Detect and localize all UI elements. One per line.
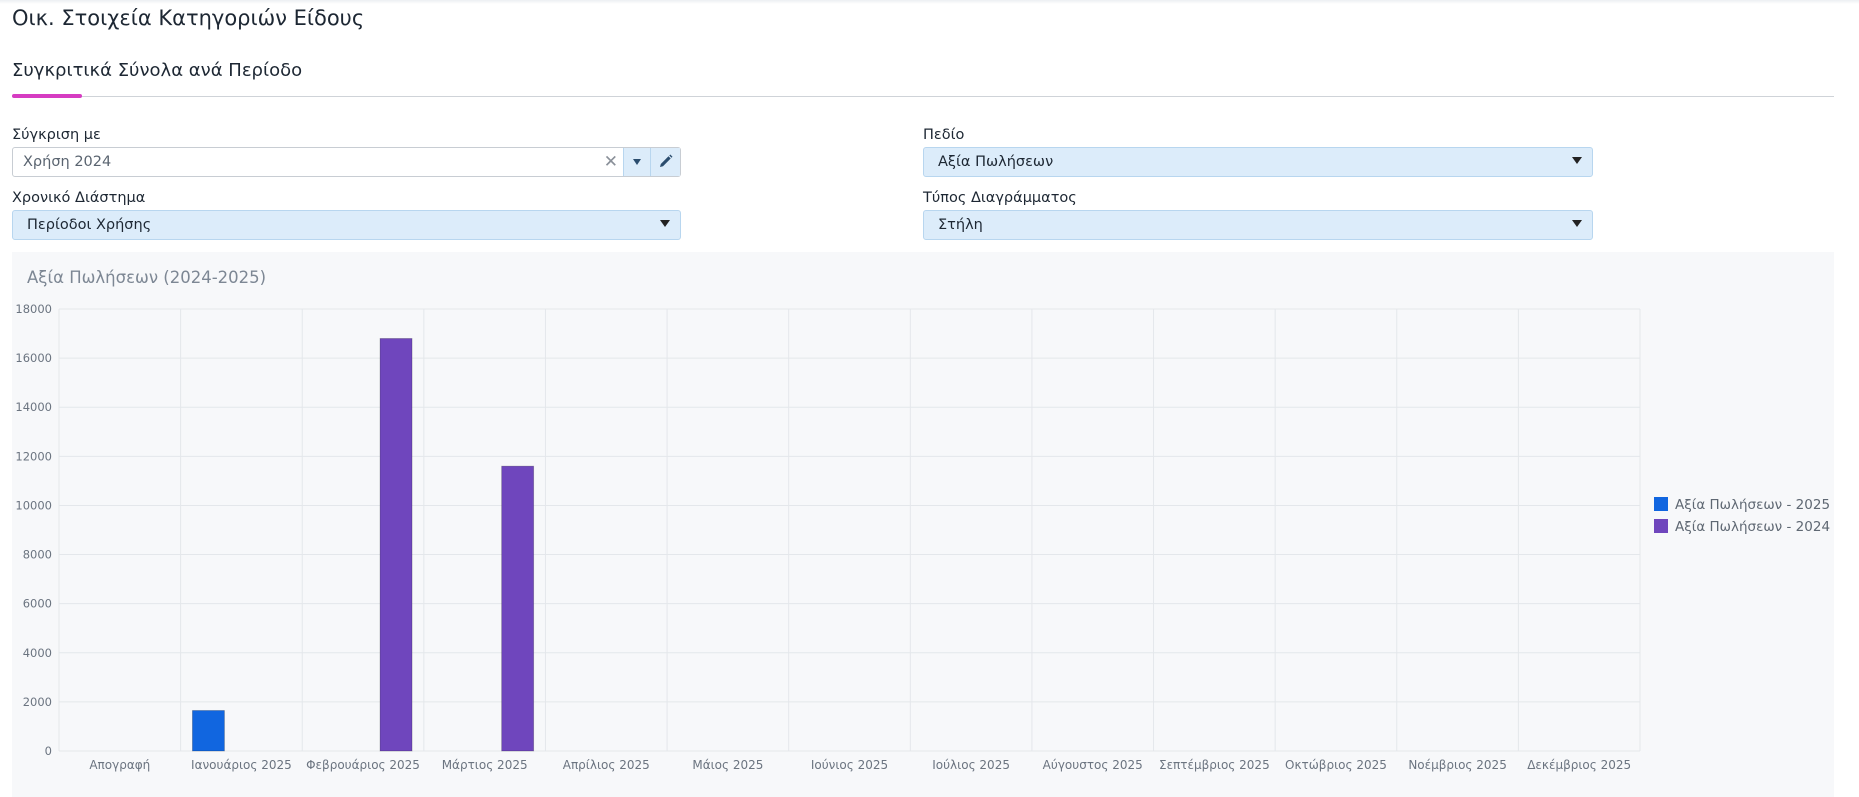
x-tick-label: Σεπτέμβριος 2025 (1159, 758, 1270, 772)
page-title: Οικ. Στοιχεία Κατηγοριών Είδους (12, 6, 365, 30)
compare-label: Σύγκριση με (12, 127, 101, 143)
chart-type-value: Στήλη (938, 217, 983, 233)
y-tick-label: 8000 (23, 548, 52, 562)
interval-value: Περίοδοι Χρήσης (27, 217, 152, 233)
chart-panel: Αξία Πωλήσεων (2024-2025) 0 2000 4000 6000 8… (12, 252, 1834, 797)
compare-dropdown-button[interactable] (623, 148, 651, 176)
dropdown-arrow-icon (1572, 157, 1582, 164)
active-tab-indicator (12, 94, 82, 98)
interval-select[interactable]: Περίοδοι Χρήσης (12, 210, 681, 240)
y-tick-label: 6000 (23, 597, 52, 611)
chevron-down-icon (633, 159, 641, 165)
y-tick-label: 2000 (23, 695, 52, 709)
field-label: Πεδίο (923, 127, 965, 143)
compare-select[interactable]: Χρήση 2024 ✕ (12, 147, 681, 177)
tab-divider (12, 96, 1834, 97)
y-tick-label: 16000 (15, 351, 52, 365)
x-tick-label: Ιούνιος 2025 (811, 758, 888, 772)
x-tick-label: Μάιος 2025 (692, 758, 763, 772)
y-tick-label: 10000 (15, 498, 52, 512)
top-shadow (0, 0, 1859, 4)
dropdown-arrow-icon (1572, 220, 1582, 227)
y-tick-label: 0 (45, 744, 52, 758)
clear-icon[interactable]: ✕ (604, 152, 618, 172)
y-tick-label: 14000 (15, 400, 52, 414)
field-value: Αξία Πωλήσεων (938, 154, 1054, 170)
chart-type-select[interactable]: Στήλη (923, 210, 1593, 240)
pencil-icon (660, 154, 673, 167)
dropdown-arrow-icon (660, 220, 670, 227)
x-tick-label: Φεβρουάριος 2025 (306, 758, 420, 772)
x-tick-label: Απογραφή (89, 758, 150, 772)
bar (501, 465, 535, 752)
bar (379, 338, 413, 752)
edit-button[interactable] (650, 148, 680, 176)
chart-type-label: Τύπος Διαγράμματος (923, 190, 1077, 206)
x-tick-label: Δεκέμβριος 2025 (1527, 758, 1631, 772)
y-tick-label: 12000 (15, 449, 52, 463)
x-tick-label: Μάρτιος 2025 (442, 758, 528, 772)
x-tick-label: Ιανουάριος 2025 (191, 758, 292, 772)
x-tick-label: Ιούλιος 2025 (932, 758, 1010, 772)
legend-label: Αξία Πωλήσεων - 2025 (1675, 497, 1830, 513)
compare-value: Χρήση 2024 (23, 154, 112, 170)
bar (192, 710, 225, 752)
tab-comparative-totals[interactable]: Συγκριτικά Σύνολα ανά Περίοδο (12, 60, 302, 81)
legend-swatch (1654, 519, 1668, 533)
x-tick-label: Αύγουστος 2025 (1043, 758, 1143, 772)
field-select[interactable]: Αξία Πωλήσεων (923, 147, 1593, 177)
legend-swatch (1654, 497, 1668, 511)
x-tick-label: Οκτώβριος 2025 (1285, 758, 1387, 772)
y-tick-label: 18000 (15, 302, 52, 316)
x-tick-label: Νοέμβριος 2025 (1408, 758, 1507, 772)
y-tick-label: 4000 (23, 646, 52, 660)
legend-label: Αξία Πωλήσεων - 2024 (1675, 519, 1830, 535)
x-tick-label: Απρίλιος 2025 (563, 758, 650, 772)
interval-label: Χρονικό Διάστημα (12, 190, 146, 206)
bar-chart: 0 2000 4000 6000 8000 10000 12000 14000 16000 180… (15, 302, 1830, 772)
